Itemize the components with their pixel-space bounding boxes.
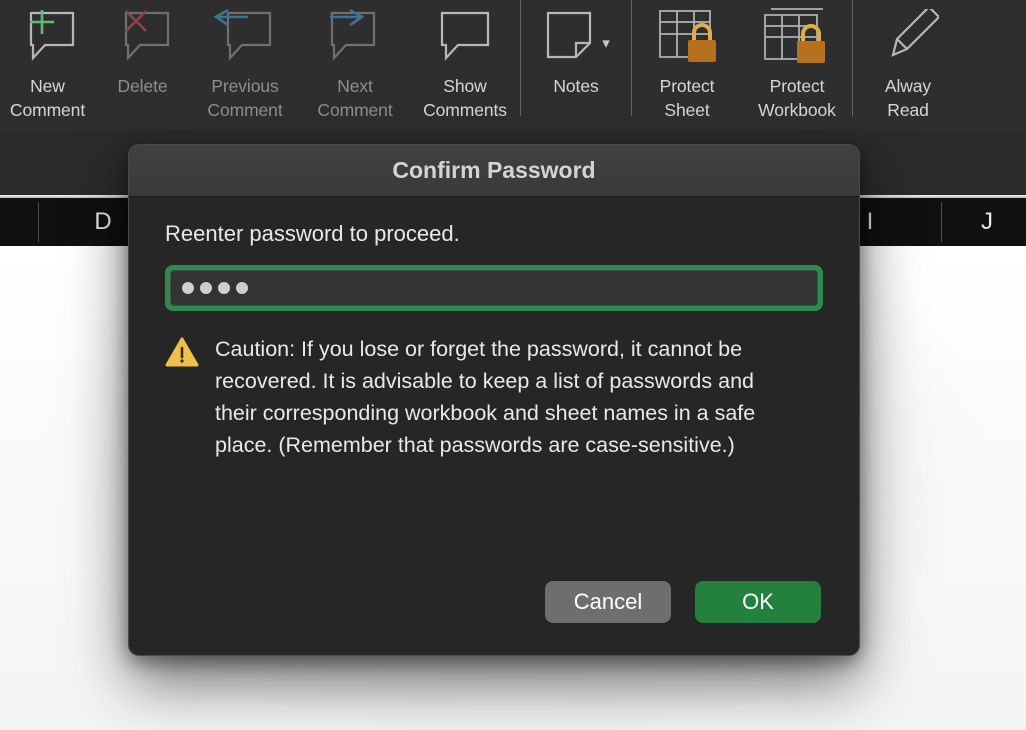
previous-comment-button[interactable]: Previous Comment — [190, 0, 300, 122]
notes-label: Notes — [553, 76, 599, 96]
protect-workbook-label-line2: Workbook — [758, 100, 836, 120]
ok-button[interactable]: OK — [695, 581, 821, 623]
always-open-read-only-label-line2: Read — [887, 100, 929, 120]
new-comment-icon — [17, 0, 79, 74]
notes-icon — [547, 11, 592, 59]
pencil-icon — [877, 0, 939, 74]
show-comments-icon — [430, 0, 500, 74]
protect-workbook-icon — [761, 0, 833, 74]
next-comment-label-line2: Comment — [317, 100, 393, 120]
delete-comment-button[interactable]: Delete — [95, 0, 190, 98]
chevron-down-icon[interactable]: ▾ — [602, 34, 610, 52]
new-comment-label-line1: New — [30, 76, 65, 96]
next-comment-button[interactable]: Next Comment — [300, 0, 410, 122]
dialog-button-row: Cancel OK — [545, 581, 821, 623]
new-comment-label-line2: Comment — [9, 100, 86, 120]
notes-button[interactable]: ▾ Notes — [521, 0, 631, 98]
dialog-body: Reenter password to proceed. Caution: If… — [129, 197, 859, 461]
column-header-d[interactable]: D — [78, 198, 128, 246]
password-mask-dot — [182, 282, 194, 294]
always-open-read-only-button[interactable]: Alway Read — [853, 0, 963, 122]
password-input[interactable] — [170, 270, 818, 306]
dialog-titlebar[interactable]: Confirm Password — [129, 145, 859, 197]
show-comments-label-line2: Comments — [423, 100, 507, 120]
password-input-focus-ring — [165, 265, 823, 311]
new-comment-button[interactable]: New Comment — [0, 0, 95, 122]
ribbon-group-comments: New Comment Delete Previous Comment Next… — [0, 0, 520, 130]
excel-window: D I J s New Comment — [0, 0, 1026, 730]
next-comment-icon — [320, 0, 390, 74]
protect-workbook-button[interactable]: Protect Workbook — [742, 0, 852, 122]
delete-comment-label: Delete — [117, 76, 168, 96]
column-divider — [941, 202, 942, 242]
protect-sheet-button[interactable]: Protect Sheet — [632, 0, 742, 122]
show-comments-button[interactable]: Show Comments — [410, 0, 520, 122]
confirm-password-dialog: Confirm Password Reenter password to pro… — [128, 144, 860, 656]
ribbon-group-readonly: Alway Read — [853, 0, 963, 130]
caution-text: Caution: If you lose or forget the passw… — [215, 337, 756, 457]
ribbon-toolbar: New Comment Delete Previous Comment Next… — [0, 0, 1026, 130]
ribbon-group-notes: ▾ Notes — [521, 0, 631, 130]
protect-sheet-icon — [654, 0, 720, 74]
protect-workbook-label-line1: Protect — [769, 76, 825, 96]
cancel-button[interactable]: Cancel — [545, 581, 671, 623]
caution-notice: Caution: If you lose or forget the passw… — [165, 333, 823, 461]
password-mask-dot — [236, 282, 248, 294]
protect-sheet-label-line2: Sheet — [664, 100, 710, 120]
always-open-read-only-label-line1: Alway — [884, 76, 932, 96]
delete-comment-icon — [112, 0, 174, 74]
column-divider — [38, 202, 39, 242]
password-mask-dot — [200, 282, 212, 294]
ribbon-group-protect: Protect Sheet Protect Workbook — [632, 0, 852, 130]
protect-sheet-label-line1: Protect — [659, 76, 715, 96]
dialog-prompt-text: Reenter password to proceed. — [165, 221, 460, 246]
dialog-title: Confirm Password — [392, 157, 596, 183]
show-comments-label-line1: Show — [443, 76, 487, 96]
previous-comment-label-line1: Previous — [211, 76, 279, 96]
warning-triangle-icon — [165, 333, 199, 461]
previous-comment-icon — [210, 0, 280, 74]
column-header-j[interactable]: J — [962, 198, 1012, 246]
password-mask-dot — [218, 282, 230, 294]
previous-comment-label-line2: Comment — [207, 100, 283, 120]
next-comment-label-line1: Next — [337, 76, 373, 96]
